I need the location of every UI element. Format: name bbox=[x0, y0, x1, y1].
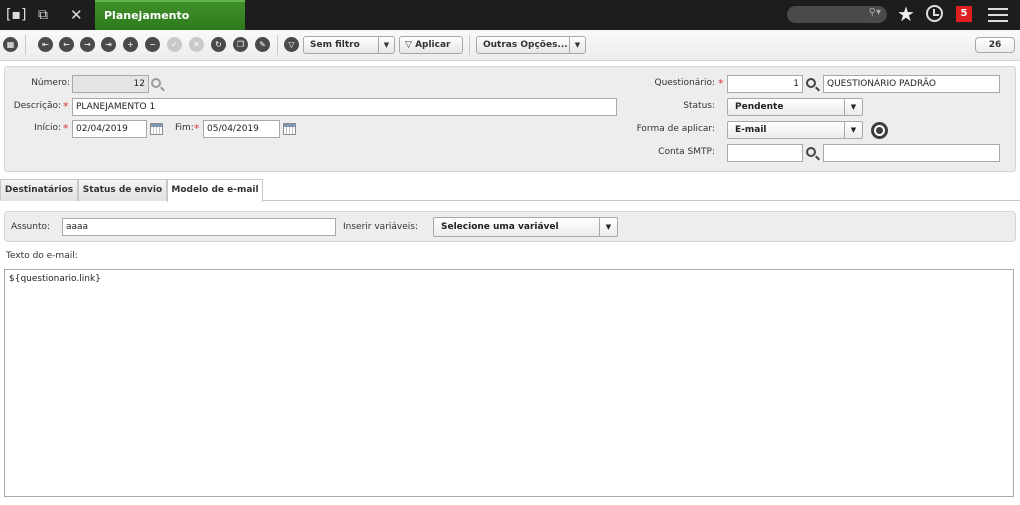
search-icon[interactable] bbox=[806, 147, 816, 157]
filter-select-label: Sem filtro bbox=[310, 40, 360, 50]
record-count-badge: 26 bbox=[975, 37, 1015, 53]
last-record-icon[interactable]: ⇥ bbox=[101, 37, 116, 52]
title-bar: [▪] ⧉ ✕ Planejamento Pesquisa ⚲▾ ★ 5 bbox=[0, 0, 1020, 50]
hamburger-menu-icon[interactable] bbox=[988, 8, 1008, 22]
remove-record-icon[interactable]: − bbox=[145, 37, 160, 52]
add-record-icon[interactable]: + bbox=[123, 37, 138, 52]
filter-icon[interactable]: ▽ bbox=[284, 37, 299, 52]
chevron-down-icon: ▼ bbox=[844, 122, 862, 138]
toolbar-separator bbox=[25, 35, 26, 55]
save-icon[interactable]: ✓ bbox=[167, 37, 182, 52]
forma-aplicar-select[interactable]: E-mail ▼ bbox=[727, 121, 863, 139]
previous-record-icon[interactable]: ← bbox=[59, 37, 74, 52]
insert-variable-select-value: Selecione uma variável bbox=[441, 222, 559, 232]
apply-filter-button[interactable]: ▽ Aplicar bbox=[399, 36, 463, 54]
calendar-icon[interactable] bbox=[283, 123, 296, 135]
subject-field[interactable]: aaaa bbox=[62, 218, 336, 236]
app-tab-planejamento-pesquisa[interactable]: Planejamento Pesquisa bbox=[95, 0, 245, 50]
alarm-clock-icon[interactable] bbox=[926, 5, 943, 22]
calendar-icon[interactable] bbox=[150, 123, 163, 135]
more-options-label: Outras Opções... bbox=[483, 40, 568, 50]
toolbar: ▦ ⇤ ← → ⇥ + − ✓ ✕ ↻ ❐ ✎ ▽ Sem filtro ▼ ▽… bbox=[0, 30, 1020, 61]
descricao-label: Descrição: bbox=[13, 101, 61, 111]
toolbar-separator bbox=[277, 35, 278, 55]
search-icon[interactable] bbox=[151, 78, 161, 88]
toolbar-separator bbox=[469, 35, 470, 55]
required-mark: * bbox=[63, 122, 69, 135]
notification-badge[interactable]: 5 bbox=[956, 6, 972, 22]
apply-filter-label: Aplicar bbox=[415, 40, 451, 50]
conta-smtp-code-field[interactable] bbox=[727, 144, 803, 162]
close-icon[interactable]: ✕ bbox=[70, 7, 83, 23]
more-options-button[interactable]: Outras Opções... ▼ bbox=[476, 36, 586, 54]
edit-icon[interactable]: ✎ bbox=[255, 37, 270, 52]
insert-variable-select[interactable]: Selecione uma variável ▼ bbox=[433, 217, 618, 237]
tab-status-envio[interactable]: Status de envio bbox=[78, 179, 167, 201]
required-mark: * bbox=[718, 77, 724, 90]
status-select-value: Pendente bbox=[735, 102, 784, 112]
maximize-icon[interactable]: [▪] bbox=[6, 7, 26, 23]
subject-label: Assunto: bbox=[11, 222, 51, 232]
email-body-textarea[interactable]: ${questionario.link} bbox=[4, 269, 1014, 497]
conta-smtp-name-field bbox=[823, 144, 1000, 162]
chevron-down-icon: ▼ bbox=[599, 218, 617, 236]
status-label: Status: bbox=[683, 101, 715, 111]
refresh-icon[interactable]: ↻ bbox=[211, 37, 226, 52]
copy-icon[interactable]: ❐ bbox=[233, 37, 248, 52]
cancel-icon[interactable]: ✕ bbox=[189, 37, 204, 52]
numero-label: Número: bbox=[31, 78, 70, 88]
tab-modelo-email[interactable]: Modelo de e-mail bbox=[167, 179, 263, 202]
email-body-label: Texto do e-mail: bbox=[6, 251, 78, 261]
inicio-date-field[interactable]: 02/04/2019 bbox=[72, 120, 147, 138]
chevron-down-icon: ▼ bbox=[378, 37, 394, 53]
first-record-icon[interactable]: ⇤ bbox=[38, 37, 53, 52]
chevron-down-icon: ▼ bbox=[569, 37, 585, 53]
favorites-star-icon[interactable]: ★ bbox=[897, 2, 915, 26]
descricao-field[interactable]: PLANEJAMENTO 1 bbox=[72, 98, 617, 116]
tab-destinatarios[interactable]: Destinatários bbox=[0, 179, 78, 201]
global-search-input[interactable]: ⚲▾ bbox=[787, 6, 887, 23]
detail-tabs: Destinatários Status de envio Modelo de … bbox=[0, 179, 1020, 202]
numero-field: 12 bbox=[72, 75, 149, 93]
fim-date-field[interactable]: 05/04/2019 bbox=[203, 120, 280, 138]
search-icon: ⚲▾ bbox=[868, 7, 881, 18]
search-icon[interactable] bbox=[806, 78, 816, 88]
email-subject-panel: Assunto: aaaa Inserir variáveis: Selecio… bbox=[4, 211, 1016, 242]
insert-variables-label: Inserir variáveis: bbox=[343, 222, 418, 232]
forma-aplicar-select-value: E-mail bbox=[735, 125, 767, 135]
questionario-name-field: QUESTIONÁRIO PADRÃO bbox=[823, 75, 1000, 93]
conta-smtp-label: Conta SMTP: bbox=[658, 147, 715, 157]
grid-view-icon[interactable]: ▦ bbox=[3, 37, 18, 52]
questionario-label: Questionário: bbox=[654, 78, 715, 88]
filter-select[interactable]: Sem filtro ▼ bbox=[303, 36, 395, 54]
schedule-clock-icon[interactable] bbox=[871, 122, 888, 139]
fim-label: Fim: bbox=[175, 123, 194, 133]
status-select[interactable]: Pendente ▼ bbox=[727, 98, 863, 116]
forma-aplicar-label: Forma de aplicar: bbox=[636, 124, 715, 134]
filter-funnel-icon: ▽ bbox=[405, 40, 412, 50]
restore-window-icon[interactable]: ⧉ bbox=[38, 7, 48, 23]
inicio-label: Início: bbox=[34, 123, 61, 133]
required-mark: * bbox=[194, 122, 200, 135]
header-form-panel: Número: 12 Descrição: * PLANEJAMENTO 1 I… bbox=[4, 66, 1016, 172]
required-mark: * bbox=[63, 100, 69, 113]
chevron-down-icon: ▼ bbox=[844, 99, 862, 115]
next-record-icon[interactable]: → bbox=[80, 37, 95, 52]
questionario-code-field[interactable]: 1 bbox=[727, 75, 803, 93]
